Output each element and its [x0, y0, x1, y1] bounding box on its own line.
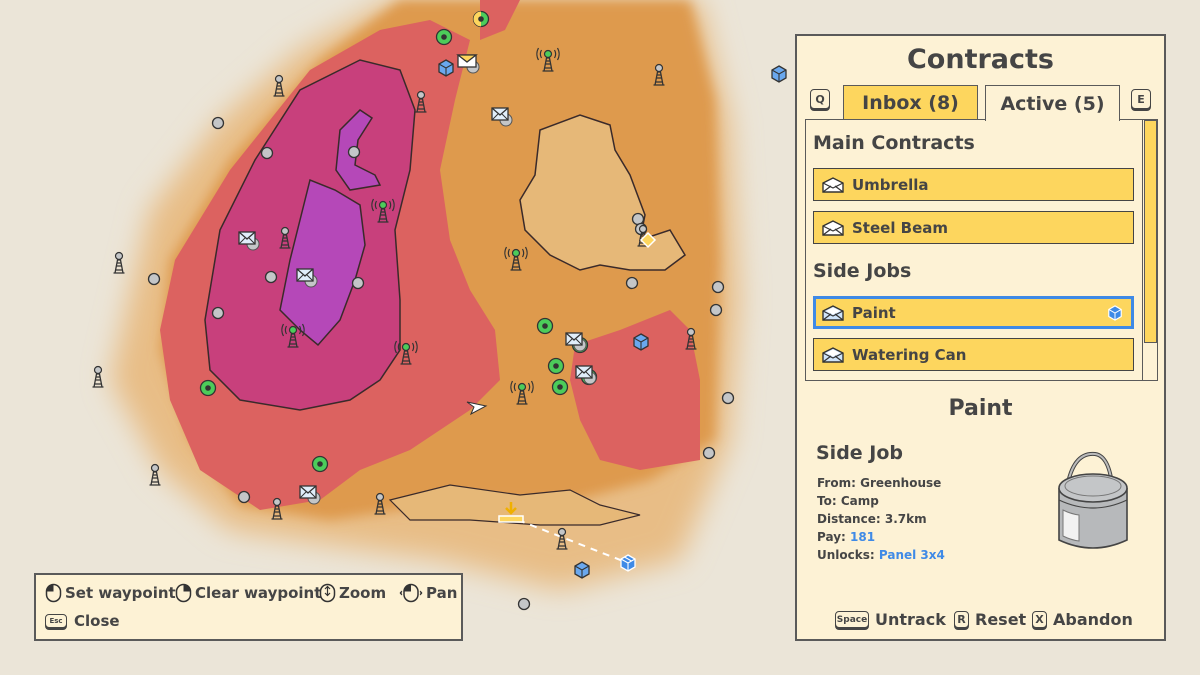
untrack-label: Untrack [875, 610, 946, 629]
paint-can-icon [1058, 451, 1128, 549]
detail-pay: Pay: 181 [817, 530, 876, 544]
control-label: Clear waypoint [195, 584, 322, 602]
contract-list: Main Contracts Umbrella Steel Beam Side … [805, 119, 1158, 381]
control-clear-waypoint: Clear waypoint [175, 583, 321, 603]
tab-active[interactable]: Active (5) [985, 85, 1120, 121]
contract-item-umbrella[interactable]: Umbrella [813, 168, 1134, 201]
contract-item-steel-beam[interactable]: Steel Beam [813, 211, 1134, 244]
space-key-icon: Space [835, 611, 869, 628]
mouse-drag-icon [399, 583, 423, 603]
unlock-link[interactable]: Panel 3x4 [879, 548, 945, 562]
reset-action[interactable]: R Reset [954, 610, 1026, 629]
detail-type: Side Job [816, 442, 904, 464]
prev-tab-key[interactable]: Q [810, 89, 830, 109]
contract-label: Watering Can [852, 345, 967, 364]
reset-label: Reset [975, 610, 1027, 629]
panel-title: Contracts [906, 44, 1054, 75]
esc-key-icon: Esc [45, 614, 67, 628]
x-key-icon: X [1032, 611, 1047, 628]
scrollbar-thumb[interactable] [1144, 120, 1157, 343]
r-key-icon: R [954, 611, 969, 628]
untrack-action[interactable]: Space Untrack [835, 610, 946, 629]
control-label: Zoom [339, 584, 387, 602]
detail-unlocks: Unlocks: Panel 3x4 [817, 548, 945, 562]
section-heading-side: Side Jobs [813, 260, 912, 282]
contracts-panel: Contracts Q Inbox (8) Active (5) E Main … [795, 34, 1166, 641]
list-scrollbar[interactable] [1142, 120, 1157, 380]
package-icon [1108, 305, 1122, 321]
section-heading-main: Main Contracts [813, 132, 975, 154]
contract-label: Umbrella [852, 175, 929, 194]
control-set-waypoint: Set waypoint [45, 583, 176, 603]
contract-label: Paint [852, 303, 896, 322]
control-pan: Pan [399, 583, 457, 603]
mouse-right-icon [175, 583, 192, 603]
contract-label: Steel Beam [852, 218, 949, 237]
detail-to: To: Camp [817, 494, 879, 508]
control-label: Set waypoint [65, 584, 176, 602]
yellow-waypoint[interactable] [472, 10, 490, 28]
detail-title: Paint [948, 396, 1013, 421]
control-close: Esc Close [45, 612, 120, 630]
abandon-action[interactable]: X Abandon [1032, 610, 1133, 629]
envelope-open-icon [822, 346, 844, 363]
envelope-open-icon [822, 176, 844, 193]
detail-distance: Distance: 3.7km [817, 512, 927, 526]
control-label: Pan [426, 584, 458, 602]
contract-item-watering-can[interactable]: Watering Can [813, 338, 1134, 371]
detail-from: From: Greenhouse [817, 476, 942, 490]
envelope-open-icon [822, 219, 844, 236]
next-tab-key[interactable]: E [1131, 89, 1151, 109]
controls-legend: Set waypoint Clear waypoint Zoom Pan Esc… [34, 573, 463, 641]
tab-inbox[interactable]: Inbox (8) [843, 85, 978, 120]
control-label: Close [74, 612, 120, 630]
mouse-left-icon [45, 583, 62, 603]
contract-item-paint[interactable]: Paint [813, 296, 1134, 329]
control-zoom: Zoom [319, 583, 386, 603]
envelope-open-icon [822, 304, 844, 321]
mouse-scroll-icon [319, 583, 336, 603]
abandon-label: Abandon [1053, 610, 1133, 629]
